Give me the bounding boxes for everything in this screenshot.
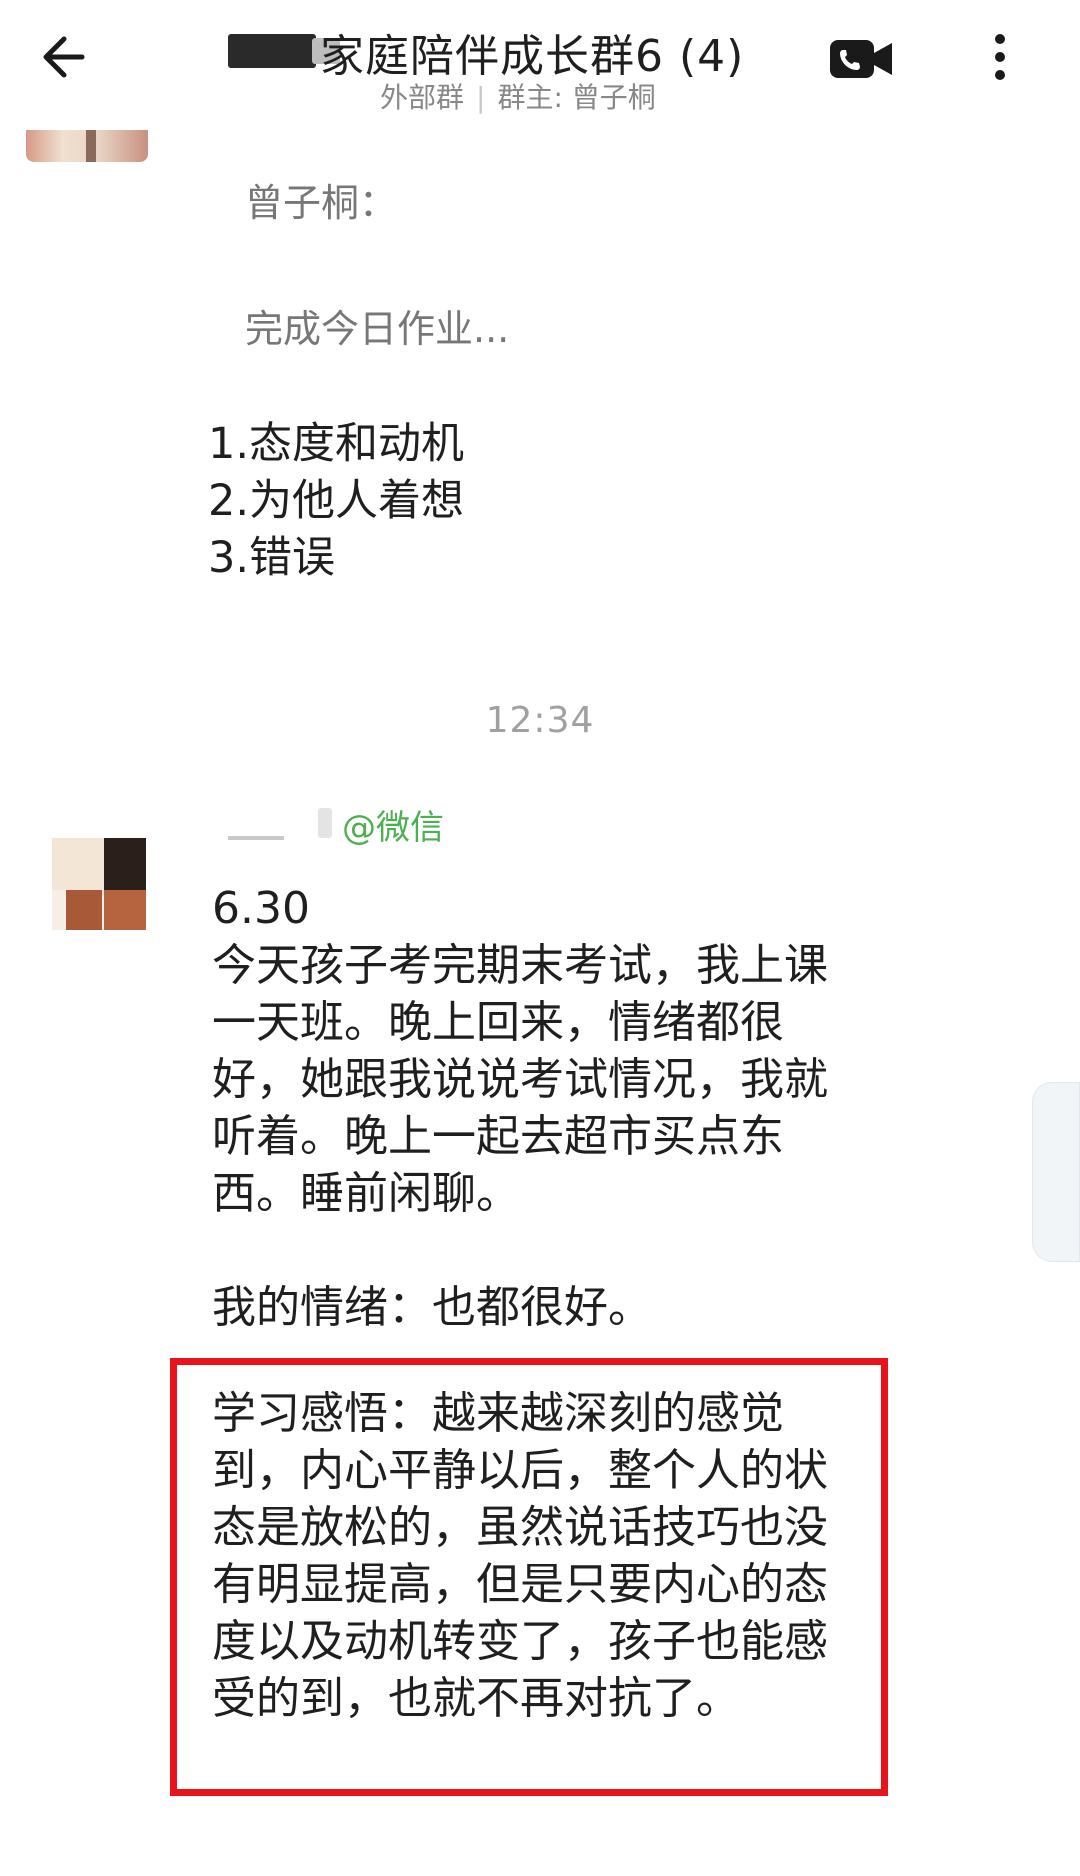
message-date: 6.30: [212, 883, 310, 934]
redacted-sender-name: [228, 836, 284, 840]
more-vertical-icon: [985, 34, 1015, 80]
chat-title-name: 家庭陪伴成长群6: [320, 31, 664, 82]
sender-avatar[interactable]: [46, 800, 152, 932]
message-emotion: 我的情绪：也都很好。: [212, 1282, 652, 1333]
chat-screen: 家庭陪伴成长群6 (4) 外部群 | 群主: 曾子桐 曾子桐： 完成今日作业... …: [0, 0, 1080, 1876]
arrow-left-icon: [43, 36, 85, 78]
redacted-sender-fragment: [318, 808, 332, 838]
message-timestamp: 12:34: [485, 700, 595, 741]
topic-item: 3.错误: [208, 533, 336, 583]
topic-item: 2.为他人着想: [208, 476, 465, 526]
back-button[interactable]: [30, 22, 100, 92]
call-button[interactable]: [828, 36, 896, 82]
message-insight: 学习感悟：越来越深刻的感觉到，内心平静以后，整个人的状态是放松的，虽然说话技巧也…: [212, 1388, 828, 1724]
chat-title: 家庭陪伴成长群6 (4): [320, 20, 744, 84]
chat-title-area[interactable]: 家庭陪伴成长群6 (4): [220, 12, 840, 82]
group-type-label: 外部群: [380, 81, 465, 114]
more-options-button[interactable]: [985, 26, 1015, 90]
topic-item: 1.态度和动机: [208, 419, 465, 469]
quoted-sender-name: 曾子桐：: [245, 181, 398, 225]
redacted-title-prefix: [228, 34, 316, 68]
quoted-message-text[interactable]: 完成今日作业...: [245, 298, 509, 353]
chat-header: 家庭陪伴成长群6 (4) 外部群 | 群主: 曾子桐: [0, 0, 1080, 130]
chat-subtitle: 外部群 | 群主: 曾子桐: [380, 76, 656, 116]
phone-video-icon: [830, 40, 892, 78]
side-floating-tab[interactable]: [1032, 1082, 1080, 1262]
subtitle-divider: |: [476, 81, 486, 114]
message-body: 今天孩子考完期末考试，我上课一天班。晚上回来，情绪都很好，她跟我说说考试情况，我…: [212, 940, 828, 1219]
message-bubble[interactable]: 6.30 今天孩子考完期末考试，我上课一天班。晚上回来，情绪都很好，她跟我说说考…: [212, 880, 852, 1336]
group-owner-label: 群主: 曾子桐: [497, 81, 656, 114]
topic-list: 1.态度和动机 2.为他人着想 3.错误: [208, 416, 464, 587]
chat-member-count: (4): [679, 31, 745, 82]
sender-wechat-tag[interactable]: @微信: [342, 800, 444, 849]
